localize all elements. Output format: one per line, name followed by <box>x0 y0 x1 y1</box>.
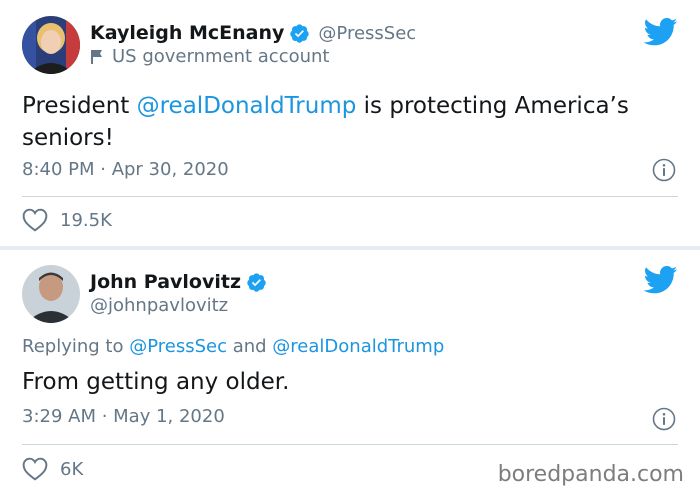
tweet-card-johnpavlovitz: John Pavlovitz @johnpavlovitz Replying t… <box>0 250 700 498</box>
heart-icon <box>22 457 48 481</box>
mention-link[interactable]: @realDonaldTrump <box>137 93 357 119</box>
display-name[interactable]: John Pavlovitz <box>90 271 241 293</box>
tweet-card-presssec: Kayleigh McEnany @PressSec US government… <box>0 0 700 246</box>
verified-badge-icon <box>246 272 267 293</box>
replying-to-prefix: Replying to <box>22 336 130 357</box>
replying-to-and: and <box>226 336 273 357</box>
display-name[interactable]: Kayleigh McEnany <box>90 22 284 44</box>
info-icon[interactable] <box>652 407 676 431</box>
like-button[interactable]: 6K <box>22 457 83 481</box>
mention-link[interactable]: @realDonaldTrump <box>272 336 444 357</box>
like-button[interactable]: 19.5K <box>22 208 112 232</box>
government-account-text: US government account <box>112 46 330 67</box>
replying-to: Replying to @PressSec and @realDonaldTru… <box>22 336 444 357</box>
info-icon[interactable] <box>652 158 676 182</box>
divider <box>22 444 678 445</box>
tweet-text: From getting any older. <box>22 369 290 395</box>
twitter-bird-icon[interactable] <box>643 266 678 294</box>
heart-icon <box>22 208 48 232</box>
avatar[interactable] <box>22 265 80 323</box>
like-count: 6K <box>60 458 84 480</box>
author-row: John Pavlovitz <box>90 271 267 293</box>
avatar-image <box>22 265 80 323</box>
tweet-text: President @realDonaldTrump is protecting… <box>22 90 672 154</box>
watermark: boredpanda.com <box>497 462 684 487</box>
government-account-label: US government account <box>90 46 330 67</box>
tweet-text-start: President <box>22 93 137 119</box>
timestamp[interactable]: 3:29 AM · May 1, 2020 <box>22 406 225 427</box>
avatar-image <box>22 16 80 74</box>
verified-badge-icon <box>289 23 310 44</box>
timestamp[interactable]: 8:40 PM · Apr 30, 2020 <box>22 159 229 180</box>
divider <box>22 196 678 197</box>
handle[interactable]: @PressSec <box>318 23 416 44</box>
mention-link[interactable]: @PressSec <box>129 336 227 357</box>
avatar[interactable] <box>22 16 80 74</box>
twitter-bird-icon[interactable] <box>643 18 678 46</box>
author-row: Kayleigh McEnany @PressSec <box>90 22 416 44</box>
government-flag-icon <box>90 49 104 65</box>
handle[interactable]: @johnpavlovitz <box>90 295 228 316</box>
like-count: 19.5K <box>60 209 112 231</box>
